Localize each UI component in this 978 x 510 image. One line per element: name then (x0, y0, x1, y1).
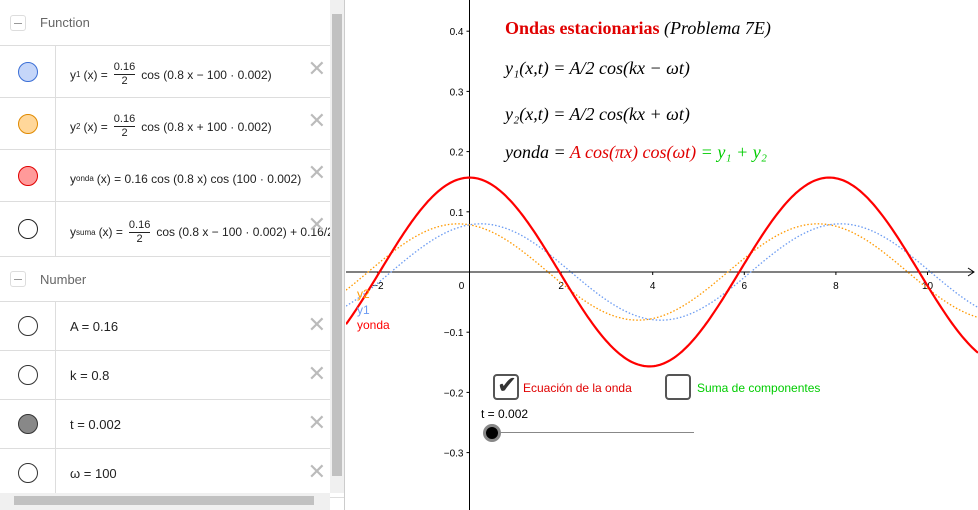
y-tick-label: 0.2 (450, 148, 464, 159)
visibility-toggle[interactable] (0, 449, 56, 497)
visibility-dot-icon (17, 316, 38, 336)
y-tick-label: −0.3 (444, 449, 464, 460)
visibility-dot-icon (17, 414, 38, 434)
function-expression[interactable]: y 2 (x) = 0.16 2 cos (0.8 x + 100 · 0.002) (56, 98, 344, 149)
slider-label: t = 0.002 (481, 407, 529, 421)
delete-icon[interactable]: ✕ (308, 160, 326, 186)
visibility-dot-icon (17, 365, 38, 385)
visibility-toggle[interactable] (0, 400, 56, 448)
equation-yonda: yonda = A cos(πx) cos(ωt) = y₁ + y₂ (505, 142, 767, 162)
label-yonda: yonda (357, 318, 390, 332)
x-tick-label: 2 (558, 281, 564, 292)
fraction: 0.16 2 (113, 113, 136, 139)
visibility-toggle[interactable] (0, 202, 56, 256)
fraction: 0.16 2 (128, 218, 151, 245)
number-expression[interactable]: ω = 100 (56, 449, 344, 497)
function-group-header[interactable]: Function (0, 0, 344, 46)
delete-icon[interactable]: ✕ (308, 410, 326, 436)
checkmark-icon: ✔ (497, 372, 518, 399)
label-y2: y2 (357, 287, 370, 301)
visibility-toggle[interactable] (0, 351, 56, 399)
y-tick-label: −0.1 (444, 328, 464, 339)
visibility-toggle[interactable] (0, 46, 56, 97)
checkbox-suma-label: Suma de componentes (697, 381, 821, 395)
number-expression[interactable]: A = 0.16 (56, 302, 344, 350)
checkbox-ecuacion[interactable]: ✔ (493, 372, 519, 400)
group-label: Number (40, 271, 87, 287)
visibility-dot-icon (17, 61, 38, 82)
number-expression[interactable]: t = 0.002 (56, 400, 344, 448)
algebra-view: Function y 1 (x) = 0.16 2 cos (0.8 x − 100 ·… (0, 0, 345, 510)
graph-title: Ondas estacionarias (Problema 7E) (505, 18, 771, 38)
x-tick-label: 0 (459, 281, 465, 292)
horizontal-scroll-thumb[interactable] (14, 496, 314, 505)
number-item[interactable]: ω = 100 ✕ (0, 449, 344, 498)
function-expression[interactable]: y onda (x) = 0.16 cos (0.8 x) cos (100 · 0… (56, 150, 344, 201)
function-item-yonda[interactable]: y onda (x) = 0.16 cos (0.8 x) cos (100 · 0… (0, 150, 344, 202)
visibility-toggle[interactable] (0, 302, 56, 350)
delete-icon[interactable]: ✕ (308, 108, 326, 134)
delete-icon[interactable]: ✕ (308, 212, 326, 238)
vertical-scroll-thumb[interactable] (332, 14, 342, 476)
slider-handle[interactable] (483, 424, 501, 442)
visibility-dot-icon (17, 165, 38, 186)
checkbox-suma[interactable] (665, 374, 691, 400)
y-tick-label: 0.1 (450, 208, 464, 219)
number-item[interactable]: k = 0.8 ✕ (0, 351, 344, 400)
function-item-ysuma[interactable]: y suma (x) = 0.16 2 cos (0.8 x − 100 · 0.002… (0, 202, 344, 257)
x-tick-label: 6 (742, 281, 748, 292)
collapse-icon[interactable] (10, 14, 26, 31)
number-item[interactable]: t = 0.002 ✕ (0, 400, 344, 449)
label-y1: y1 (357, 303, 370, 317)
slider-track[interactable] (492, 432, 694, 433)
collapse-icon[interactable] (10, 271, 26, 287)
number-item[interactable]: A = 0.16 ✕ (0, 302, 344, 351)
delete-icon[interactable]: ✕ (308, 56, 326, 82)
visibility-dot-icon (17, 219, 38, 239)
function-expression[interactable]: y 1 (x) = 0.16 2 cos (0.8 x − 100 · 0.002) (56, 46, 344, 97)
function-item-y2[interactable]: y 2 (x) = 0.16 2 cos (0.8 x + 100 · 0.002) ✕ (0, 98, 344, 150)
delete-icon[interactable]: ✕ (308, 361, 326, 387)
y-tick-label: 0.4 (450, 27, 464, 38)
function-expression[interactable]: y suma (x) = 0.16 2 cos (0.8 x − 100 · 0.002… (56, 202, 344, 256)
fraction: 0.16 2 (113, 61, 136, 87)
delete-icon[interactable]: ✕ (308, 459, 326, 485)
checkbox-ecuacion-label: Ecuación de la onda (523, 381, 632, 395)
equation-y1: y₁(x,t) = A/2 cos(kx − ωt) (505, 58, 690, 78)
y-tick-label: −0.2 (444, 388, 464, 399)
visibility-dot-icon (17, 463, 38, 483)
function-item-y1[interactable]: y 1 (x) = 0.16 2 cos (0.8 x − 100 · 0.002) ✕ (0, 46, 344, 98)
x-tick-label: 4 (650, 281, 656, 292)
number-group-header[interactable]: Number (0, 257, 344, 302)
x-tick-label: 8 (833, 281, 839, 292)
equation-y2: y₂(x,t) = A/2 cos(kx + ωt) (505, 104, 690, 124)
group-label: Function (40, 15, 90, 30)
number-expression[interactable]: k = 0.8 (56, 351, 344, 399)
visibility-dot-icon (17, 113, 38, 134)
y-tick-label: 0.3 (450, 87, 464, 98)
visibility-toggle[interactable] (0, 150, 56, 201)
delete-icon[interactable]: ✕ (308, 312, 326, 338)
visibility-toggle[interactable] (0, 98, 56, 149)
